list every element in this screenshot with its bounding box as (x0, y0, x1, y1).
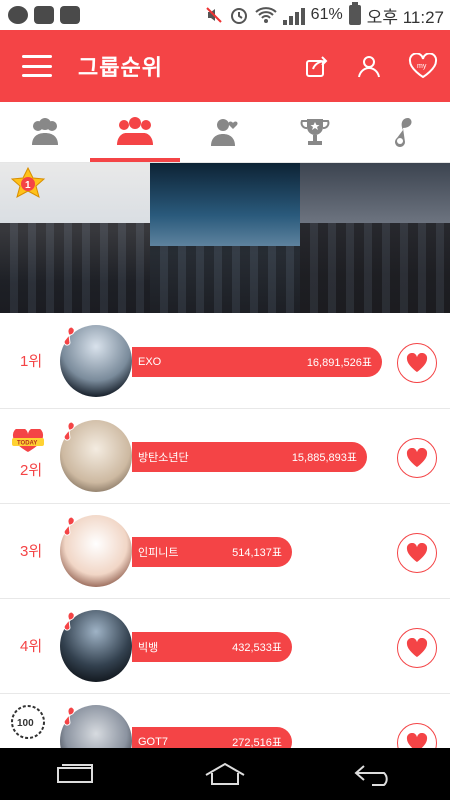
ranking-row[interactable]: 1위 EXO 16,891,526표 (0, 314, 450, 409)
photo-stage (150, 245, 300, 313)
photo-members (0, 223, 150, 313)
heart-icon (406, 543, 428, 562)
ranking-list: 1위 EXO 16,891,526표 TODAY 2위 방탄소년단 15,885… (0, 314, 450, 789)
group-name: GOT7 (138, 736, 168, 748)
heart-icon (406, 638, 428, 657)
battery-percent: 61% (310, 6, 343, 23)
svg-text:1: 1 (25, 180, 31, 191)
category-tabs (0, 102, 450, 163)
app-logo-icon (63, 611, 75, 631)
vote-heart-button[interactable] (397, 533, 437, 573)
tab-trophy[interactable] (270, 102, 360, 162)
back-icon[interactable] (352, 761, 398, 787)
pill-notification-icon (34, 6, 54, 24)
vote-count: 16,891,526표 (306, 357, 372, 369)
vote-count: 514,137표 (232, 547, 282, 559)
group-name: 방탄소년단 (138, 452, 189, 464)
home-icon[interactable] (202, 761, 248, 787)
group-ranking-icon (117, 117, 153, 145)
rank-label: 3위 (20, 543, 43, 560)
app-notification-icon (8, 6, 28, 24)
group-photo-2[interactable] (150, 163, 300, 313)
rank-label: 4위 (20, 638, 43, 655)
vote-bar: 빅뱅 432,533표 (132, 632, 292, 662)
group-photo-1[interactable]: 1 (0, 163, 150, 313)
today-heart-badge-icon: TODAY (12, 429, 44, 452)
vote-heart-button[interactable] (397, 343, 437, 383)
vote-bar: EXO 16,891,526표 (132, 347, 382, 377)
status-notification-icons (0, 6, 80, 24)
menu-button[interactable] (22, 55, 52, 77)
app-logo-icon (63, 421, 75, 441)
share-icon[interactable] (304, 53, 330, 79)
svg-text:my: my (417, 63, 427, 70)
rank-label: 2위 (20, 462, 43, 479)
rank-label: 1위 (20, 353, 43, 370)
page-title: 그룹순위 (78, 55, 163, 80)
photo-members (300, 223, 450, 313)
group-name: EXO (138, 356, 162, 368)
group-photo-3[interactable] (300, 163, 450, 313)
status-system-icons: 61% 오후 11:27 (205, 0, 444, 30)
vote-heart-button[interactable] (397, 628, 437, 668)
app-bar: 그룹순위 my (0, 30, 450, 102)
group-name: 빅뱅 (138, 642, 159, 654)
top-group-photos: 1 (0, 163, 450, 313)
vote-count: 432,533표 (232, 642, 282, 654)
hundred-badge-text: 100 (17, 718, 34, 729)
hundred-day-badge-icon: 100 (11, 705, 45, 739)
tab-fan[interactable] (180, 102, 270, 162)
vote-heart-button[interactable] (397, 438, 437, 478)
battery-icon (348, 2, 361, 25)
first-place-medal-icon: 1 (10, 167, 46, 199)
music-note-icon (395, 118, 412, 147)
heart-icon (406, 448, 428, 467)
ranking-row[interactable]: 3위 인피니트 514,137표 (0, 504, 450, 599)
signal-strength-icon (282, 5, 305, 25)
person-heart-icon (211, 119, 238, 146)
ranking-row[interactable]: TODAY 2위 방탄소년단 15,885,893표 (0, 409, 450, 504)
group-name: 인피니트 (138, 547, 179, 559)
app-logo-icon (63, 516, 75, 536)
app-logo-icon (63, 326, 75, 346)
app-bar-actions: my (304, 30, 438, 102)
image-notification-icon (60, 6, 80, 24)
group-silhouette-icon (32, 118, 58, 145)
ranking-row[interactable]: 4위 빅뱅 432,533표 (0, 599, 450, 694)
recent-apps-icon[interactable] (52, 762, 98, 786)
tab-group[interactable] (0, 102, 90, 162)
app-logo-icon (63, 706, 75, 726)
vote-bar: 방탄소년단 15,885,893표 (132, 442, 367, 472)
trophy-icon (300, 119, 330, 145)
vote-count: 15,885,893표 (291, 452, 357, 464)
today-badge-text: TODAY (17, 441, 37, 447)
tab-group-active[interactable] (90, 102, 180, 162)
alarm-icon (230, 8, 247, 24)
mute-icon (205, 7, 222, 23)
my-heart-icon[interactable]: my (408, 53, 438, 79)
tab-music[interactable] (360, 102, 450, 162)
wifi-icon (255, 7, 277, 23)
status-bar: 61% 오후 11:27 (0, 0, 450, 30)
heart-icon (406, 353, 428, 372)
vote-bar: 인피니트 514,137표 (132, 537, 292, 567)
clock: 오후 11:27 (366, 7, 444, 27)
profile-icon[interactable] (356, 53, 382, 79)
system-navigation-bar (0, 748, 450, 800)
